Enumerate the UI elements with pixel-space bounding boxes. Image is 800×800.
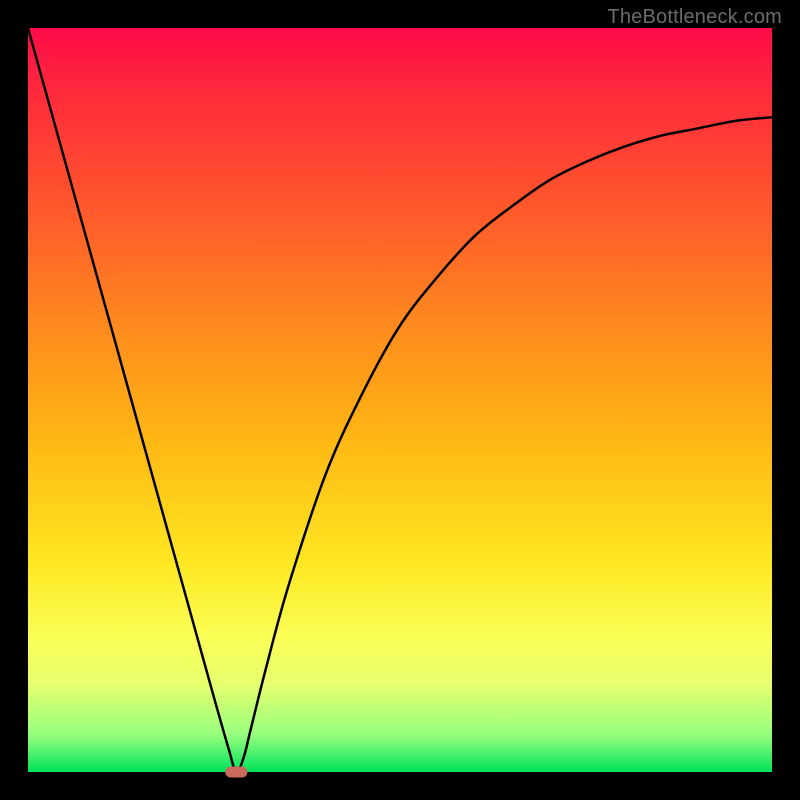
chart-frame: TheBottleneck.com [0,0,800,800]
chart-overlay [28,28,772,772]
watermark-text: TheBottleneck.com [607,6,782,29]
bottleneck-curve [28,28,772,772]
minimum-marker [225,767,247,778]
